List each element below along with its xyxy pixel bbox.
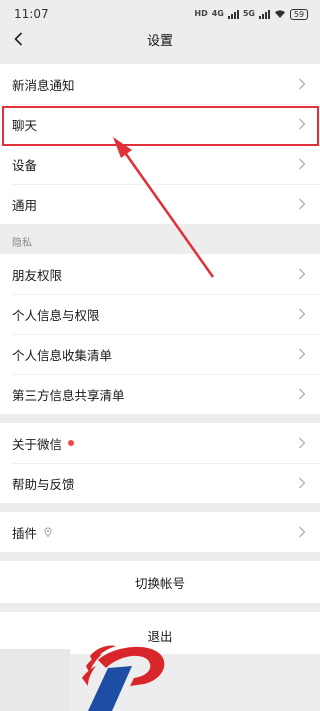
row-chat[interactable]: 聊天 (0, 104, 320, 144)
chevron-right-icon (299, 158, 306, 170)
about-label: 关于微信 (12, 436, 63, 452)
signal-icon (227, 9, 239, 19)
row-plugins[interactable]: 插件 (0, 512, 320, 552)
settings-group-plugins: 插件 (0, 512, 320, 552)
row-devices[interactable]: 设备 (0, 144, 320, 184)
row-personal-info-permissions[interactable]: 个人信息与权限 (0, 294, 320, 334)
watermark-logo-icon (82, 645, 165, 711)
battery-icon: 59 (290, 8, 308, 20)
settings-group-about: 关于微信 帮助与反馈 (0, 423, 320, 503)
back-button[interactable] (6, 28, 30, 50)
chevron-right-icon (299, 308, 306, 320)
red-dot-icon (68, 440, 75, 446)
watermark-background (0, 649, 70, 711)
row-label: 插件 (12, 523, 53, 542)
page-title: 设置 (146, 33, 173, 49)
row-label: 个人信息与权限 (12, 307, 100, 323)
status-icons: HD 4G 5G 59 (194, 8, 308, 20)
row-label: 通用 (12, 197, 38, 213)
row-personal-info-collection[interactable]: 个人信息收集清单 (0, 334, 320, 374)
network-5g-label: 5G (242, 9, 255, 18)
network-4g-label: 4G (211, 9, 224, 18)
row-label: 新消息通知 (12, 77, 75, 93)
location-pin-icon (44, 527, 52, 537)
row-label: 设备 (12, 157, 38, 173)
row-label: 帮助与反馈 (12, 476, 75, 492)
status-time: 11:07 (14, 7, 49, 21)
navigation-bar: 设置 (0, 28, 320, 50)
row-friend-permissions[interactable]: 朋友权限 (0, 254, 320, 294)
chevron-right-icon (299, 477, 306, 489)
chevron-left-icon (13, 32, 22, 46)
hd-badge: HD (194, 9, 208, 18)
row-help-feedback[interactable]: 帮助与反馈 (0, 463, 320, 503)
chevron-right-icon (299, 526, 306, 538)
row-new-message-notify[interactable]: 新消息通知 (0, 64, 320, 104)
wifi-icon (275, 10, 285, 18)
signal-icon-2 (259, 9, 270, 19)
plugins-label: 插件 (12, 525, 38, 541)
chevron-right-icon (299, 118, 306, 130)
chevron-right-icon (299, 268, 306, 280)
row-about-wechat[interactable]: 关于微信 (0, 423, 320, 463)
switch-account-button[interactable]: 切换帐号 (0, 561, 320, 603)
row-label: 个人信息收集清单 (12, 347, 113, 363)
chevron-right-icon (299, 348, 306, 360)
section-header-privacy: 隐私 (0, 224, 320, 254)
row-label: 第三方信息共享清单 (12, 387, 125, 403)
chevron-right-icon (299, 198, 306, 210)
row-third-party-sharing[interactable]: 第三方信息共享清单 (0, 374, 320, 414)
row-label: 朋友权限 (12, 267, 63, 283)
settings-group-privacy: 朋友权限 个人信息与权限 个人信息收集清单 第三方信息共享清单 (0, 254, 320, 414)
chevron-right-icon (299, 388, 306, 400)
row-general[interactable]: 通用 (0, 184, 320, 224)
chevron-right-icon (299, 78, 306, 90)
chevron-right-icon (299, 437, 306, 449)
row-label: 关于微信 (12, 434, 75, 453)
row-label: 聊天 (12, 117, 38, 133)
settings-group-main: 新消息通知 聊天 设备 通用 (0, 64, 320, 224)
status-bar: 11:07 HD 4G 5G 59 (0, 0, 320, 28)
